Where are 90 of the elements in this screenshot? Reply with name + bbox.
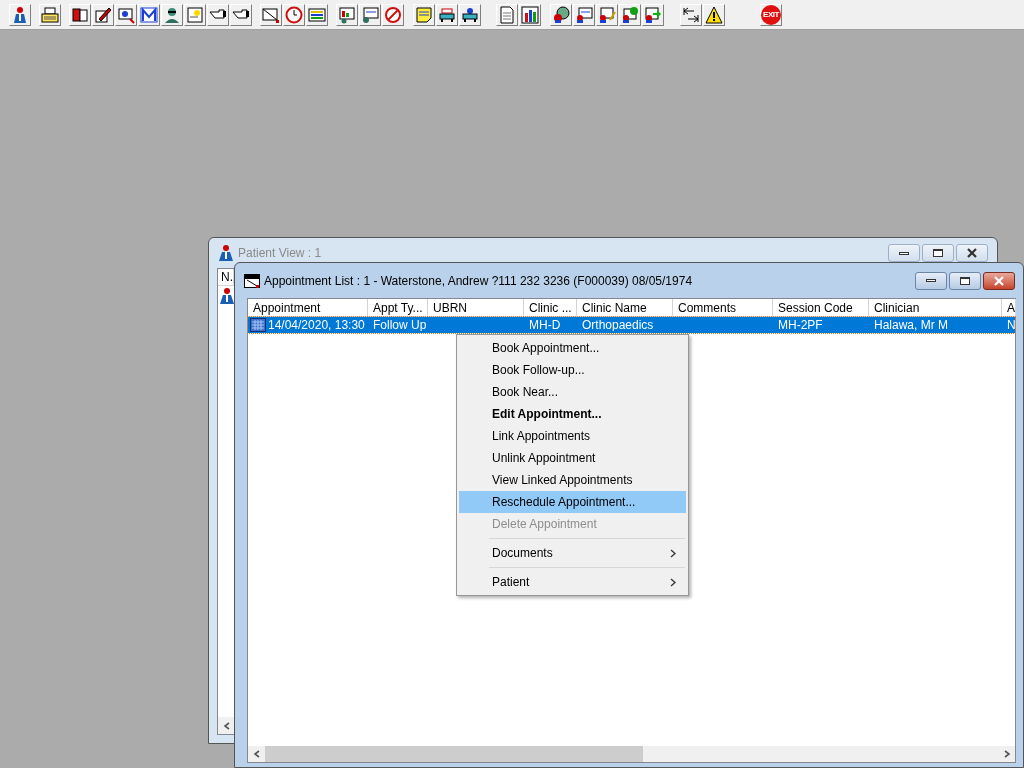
- note-icon: [186, 5, 204, 24]
- doctor-icon: [163, 5, 181, 24]
- screen-icon: [117, 5, 135, 24]
- table-cell: Orthopaedics: [582, 319, 654, 331]
- menu-item[interactable]: View Linked Appointments: [459, 469, 686, 491]
- globe-person-icon: [552, 5, 570, 24]
- column-header[interactable]: Appointment: [248, 299, 368, 317]
- column-header[interactable]: Clinician: [869, 299, 1002, 317]
- calendar-icon: [250, 318, 266, 332]
- book-icon: [71, 5, 89, 24]
- chevron-right-icon: [670, 548, 676, 558]
- card-person-icon: [575, 5, 593, 24]
- toolbar-button[interactable]: [9, 3, 31, 26]
- maximize-button[interactable]: [922, 244, 954, 262]
- column-header[interactable]: A: [1002, 299, 1016, 317]
- toolbar-button[interactable]: [69, 3, 91, 26]
- toolbar-button[interactable]: [306, 3, 328, 26]
- person-icon: [11, 5, 29, 24]
- minimize-button[interactable]: [888, 244, 920, 262]
- toolbar-button[interactable]: [573, 3, 595, 26]
- close-button[interactable]: [956, 244, 988, 262]
- no-entry-icon: [384, 5, 402, 24]
- close-button[interactable]: [983, 271, 1015, 290]
- table-cell: N: [1007, 319, 1016, 331]
- document-icon: [498, 5, 516, 24]
- toolbar-button[interactable]: [703, 3, 725, 26]
- column-header[interactable]: UBRN: [428, 299, 524, 317]
- pen-paper-icon: [94, 5, 112, 24]
- toolbar-button[interactable]: [161, 3, 183, 26]
- card-pen-icon: [598, 5, 616, 24]
- clock-icon: [285, 5, 303, 24]
- column-header[interactable]: Session Code: [773, 299, 869, 317]
- table-cell: 14/04/2020, 13:30: [268, 319, 365, 331]
- chevron-left-icon: [222, 721, 231, 730]
- toolbar-button[interactable]: [519, 3, 541, 26]
- chevron-right-icon: [1003, 750, 1011, 758]
- bed-icon: [438, 5, 456, 24]
- chevron-left-icon: [252, 750, 261, 758]
- table-cell: Follow Up: [373, 319, 427, 331]
- note-pad-icon: [415, 5, 433, 24]
- toolbar-button[interactable]: [619, 3, 641, 26]
- table-cell: MH-2PF: [778, 319, 823, 331]
- scrollbar-thumb[interactable]: [265, 746, 643, 762]
- column-header[interactable]: Appt Ty...: [368, 299, 428, 317]
- patient-bed-icon: [461, 5, 479, 24]
- menu-item[interactable]: Book Near...: [459, 381, 686, 403]
- menu-item[interactable]: Book Follow-up...: [459, 359, 686, 381]
- toolbar-button[interactable]: [207, 3, 229, 26]
- menu-item[interactable]: Unlink Appointment: [459, 447, 686, 469]
- chevron-right-icon: [670, 577, 676, 587]
- column-header[interactable]: Comments: [673, 299, 773, 317]
- toolbar-button[interactable]: [596, 3, 618, 26]
- close-icon: [993, 275, 1005, 286]
- menu-item[interactable]: Reschedule Appointment...: [459, 491, 686, 513]
- column-header[interactable]: Clinic ...: [524, 299, 577, 317]
- close-icon: [966, 248, 978, 258]
- menu-item[interactable]: Book Appointment...: [459, 337, 686, 359]
- toolbar-button[interactable]: [92, 3, 114, 26]
- exit-button[interactable]: EXIT: [760, 3, 782, 26]
- person-icon: [218, 244, 234, 262]
- toolbar-button[interactable]: [115, 3, 137, 26]
- table-cell: MH-D: [529, 319, 561, 331]
- maximize-button[interactable]: [949, 271, 981, 290]
- menu-item[interactable]: Documents: [459, 542, 686, 564]
- toolbar-button[interactable]: [642, 3, 664, 26]
- minimize-button[interactable]: [915, 271, 947, 290]
- table-row[interactable]: 14/04/2020, 13:30 Follow Up MH-D Orthopaedics MH-2PF Halawa, Mr M N: [248, 317, 1015, 333]
- toolbar-button[interactable]: [436, 3, 458, 26]
- toolbar-button[interactable]: [230, 3, 252, 26]
- window-title: Appointment List : 1 - Waterstone, Andrew ?111 232 3236 (F000039) 08/05/1974: [264, 272, 693, 290]
- toolbar-button[interactable]: [459, 3, 481, 26]
- card-arrow-icon: [644, 5, 662, 24]
- window-title: Patient View : 1: [238, 245, 322, 262]
- menu-item[interactable]: Patient: [459, 571, 686, 593]
- menu-item[interactable]: Link Appointments: [459, 425, 686, 447]
- printer-icon: [41, 5, 59, 24]
- form-icon: [361, 5, 379, 24]
- toolbar-button[interactable]: [680, 3, 702, 26]
- menu-item[interactable]: Edit Appointment...: [459, 403, 686, 425]
- table-cell: Halawa, Mr M: [874, 319, 948, 331]
- column-header[interactable]: N.: [218, 269, 234, 286]
- monitor-icon: [338, 5, 356, 24]
- bar-chart-icon: [521, 5, 539, 24]
- toolbar-button[interactable]: [550, 3, 572, 26]
- column-header[interactable]: Clinic Name: [577, 299, 673, 317]
- warning-icon: [705, 5, 723, 24]
- toolbar-button[interactable]: [39, 3, 61, 26]
- card-grid-icon: [621, 5, 639, 24]
- list-icon: [308, 5, 326, 24]
- arrows-icon: [682, 5, 700, 24]
